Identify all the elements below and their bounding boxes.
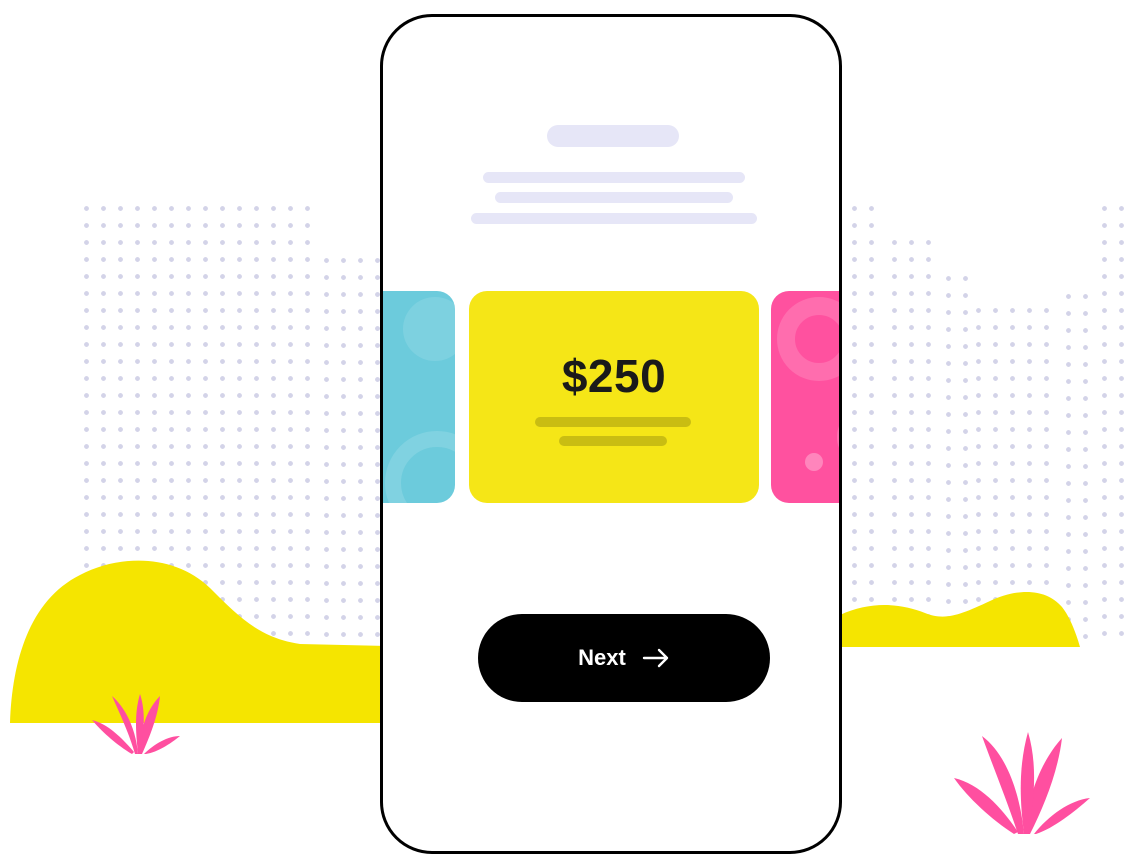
skeleton-line — [471, 213, 757, 224]
card-amount: $250 — [561, 350, 667, 402]
arrow-right-icon — [642, 648, 669, 668]
dot-pattern-right-2 — [886, 234, 940, 640]
card-decoration-circle — [777, 297, 839, 381]
dot-pattern-right-1 — [846, 200, 886, 640]
skeleton-line — [483, 172, 745, 183]
leaf-plant-icon — [92, 694, 180, 754]
card-decoration-circle — [805, 453, 823, 471]
hill-right — [840, 591, 1080, 647]
card-line — [535, 417, 691, 427]
next-button[interactable]: Next — [478, 614, 770, 702]
card-decoration-circle — [403, 297, 455, 361]
leaf-plant-icon — [954, 732, 1090, 834]
phone-frame: $250 Next — [380, 14, 842, 854]
next-button-label: Next — [578, 645, 626, 670]
skeleton-title — [547, 125, 679, 147]
dot-pattern-right-6 — [1096, 200, 1134, 640]
hill-left — [10, 560, 390, 723]
illustration-scene: $250 Next — [0, 0, 1134, 854]
card-decoration-circle — [837, 407, 839, 467]
card-line — [559, 436, 667, 446]
gift-card-selected[interactable]: $250 — [469, 291, 759, 503]
card-decoration-circle — [385, 431, 455, 503]
gift-card-blue[interactable] — [383, 291, 455, 503]
gift-card-pink[interactable] — [771, 291, 839, 503]
skeleton-line — [495, 192, 733, 203]
